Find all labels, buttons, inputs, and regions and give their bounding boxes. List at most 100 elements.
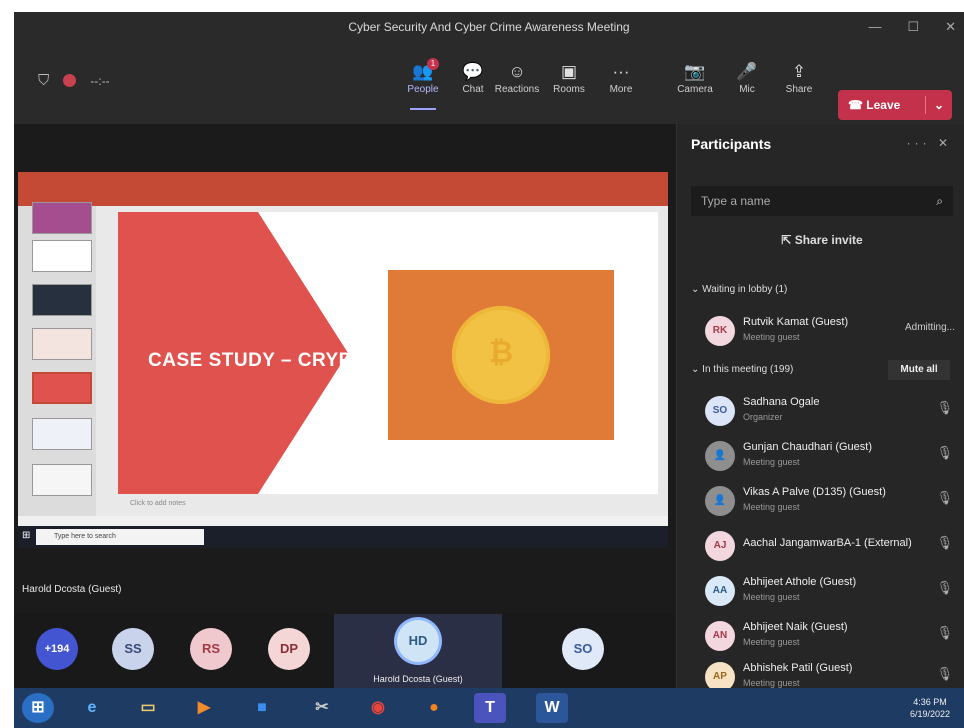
share-invite-button[interactable]: ⇱ Share invite (691, 224, 953, 256)
mic-label: Mic (739, 84, 755, 95)
share-button[interactable]: ⇪ Share (772, 60, 826, 95)
leave-label: Leave (866, 98, 901, 112)
slide-thumbnail[interactable] (32, 328, 92, 360)
participant-name: Abhijeet Athole (Guest) (743, 576, 857, 588)
people-button[interactable]: 👥 1 People (396, 58, 450, 110)
chat-label: Chat (462, 84, 484, 95)
chevron-down-icon: ⌄ (691, 364, 700, 375)
rooms-button[interactable]: ▣ Rooms (542, 60, 596, 95)
lobby-participant[interactable]: RK Rutvik Kamat (Guest) Meeting guest Ad… (691, 308, 959, 352)
chrome-icon[interactable]: ◉ (362, 693, 394, 723)
crypto-image: ₿ (388, 270, 614, 440)
system-clock[interactable]: 4:36 PM 6/19/2022 (910, 696, 950, 720)
participant-name: Abhishek Patil (Guest) (743, 662, 853, 674)
participant-strip: +194 SS RS DP HD Harold Dcosta (Guest) S… (14, 614, 676, 688)
mic-off-icon: 🎙 (936, 400, 953, 415)
avatar: SO (705, 396, 735, 426)
participant-role: Meeting guest (743, 592, 800, 602)
slide-thumbnail-selected[interactable] (32, 372, 92, 404)
teams-window: Cyber Security And Cyber Crime Awareness… (14, 12, 964, 728)
mute-all-button[interactable]: Mute all (888, 360, 950, 380)
avatar[interactable]: SO (562, 628, 604, 670)
clock-date: 6/19/2022 (909, 709, 950, 719)
meeting-toolbar: ⛉ --:-- 👥 1 People 💬 Chat ☺ Reactions ▣ … (14, 42, 964, 124)
meeting-section-header[interactable]: ⌄ In this meeting (199) (691, 364, 793, 375)
participant-row[interactable]: AN Abhijeet Naik (Guest) Meeting guest 🎙 (691, 613, 959, 657)
slide-title: CASE STUDY – CRYPTO (148, 350, 379, 371)
search-placeholder: Type a name (701, 194, 771, 208)
participant-row[interactable]: SO Sadhana Ogale Organizer 🎙 (691, 388, 959, 432)
participant-row[interactable]: 👤 Gunjan Chaudhari (Guest) Meeting guest… (691, 433, 959, 477)
rooms-label: Rooms (553, 84, 585, 95)
share-invite-label: Share invite (794, 233, 863, 247)
avatar[interactable]: SS (112, 628, 154, 670)
notes-placeholder[interactable]: Click to add notes (130, 500, 186, 507)
chevron-down-icon[interactable]: ⌄ (934, 90, 944, 120)
lobby-section-header[interactable]: ⌄ Waiting in lobby (1) (691, 284, 787, 295)
participant-row[interactable]: 👤 Vikas A Palve (D135) (Guest) Meeting g… (691, 478, 959, 522)
people-badge: 1 (427, 58, 439, 70)
more-button[interactable]: ··· More (594, 60, 648, 95)
powerpoint-status-bar (18, 516, 668, 526)
share-invite-icon: ⇱ (781, 233, 792, 247)
people-icon: 👥 (412, 62, 434, 81)
reactions-button[interactable]: ☺ Reactions (490, 60, 544, 95)
close-panel-icon[interactable]: ✕ (938, 136, 952, 150)
participant-name: Gunjan Chaudhari (Guest) (743, 441, 873, 453)
minimize-icon[interactable]: — (868, 12, 881, 42)
reactions-label: Reactions (494, 84, 540, 95)
participant-search-input[interactable]: Type a name ⌕ (691, 186, 953, 216)
bitcoin-icon: ₿ (452, 306, 550, 404)
slide-thumbnail[interactable] (32, 284, 92, 316)
zoom-icon[interactable]: ■ (246, 693, 278, 723)
windows-start-icon[interactable]: ⊞ (22, 693, 54, 723)
more-options-icon[interactable]: ··· (907, 136, 931, 150)
participant-role: Meeting guest (743, 637, 800, 647)
window-controls: — ☐ ✕ (868, 12, 956, 42)
search-icon[interactable]: ⌕ (936, 186, 943, 216)
file-explorer-icon[interactable]: ▭ (132, 693, 164, 723)
firefox-icon[interactable]: ● (418, 693, 450, 723)
overflow-count[interactable]: +194 (36, 628, 78, 670)
participant-row[interactable]: AA Abhijeet Athole (Guest) Meeting guest… (691, 568, 959, 612)
camera-button[interactable]: 📷 Camera (668, 60, 722, 95)
avatar-generic-icon: 👤 (705, 441, 735, 471)
participant-name: Rutvik Kamat (Guest) (743, 316, 849, 328)
word-icon[interactable]: W (536, 693, 568, 723)
participant-role: Meeting guest (743, 678, 800, 688)
windows-taskbar: ⊞ e ▭ ▶ ■ ✂ ◉ ● T W 4:36 PM 6/19/2022 (14, 688, 964, 728)
leave-button[interactable]: ☎ Leave ⌄ (838, 90, 952, 120)
avatar: RK (705, 316, 735, 346)
slide-thumbnail[interactable] (32, 464, 92, 496)
internet-explorer-icon[interactable]: e (76, 693, 108, 723)
teams-icon[interactable]: T (474, 693, 506, 723)
media-player-icon[interactable]: ▶ (188, 693, 220, 723)
mic-off-icon: 🎙 (936, 535, 953, 550)
shield-icon: ⛉ (38, 72, 50, 89)
powerpoint-workspace: CASE STUDY – CRYPTO ₿ Click to add notes (18, 202, 668, 516)
camera-off-icon: 📷 (684, 62, 706, 81)
mic-off-icon: 🎙 (936, 666, 953, 681)
participant-row[interactable]: AJ Aachal JangamwarBA-1 (External) 🎙 (691, 523, 959, 567)
avatar: AN (705, 621, 735, 651)
camera-label: Camera (677, 84, 713, 95)
active-speaker-tile[interactable]: HD Harold Dcosta (Guest) (334, 614, 502, 688)
slide-thumbnail[interactable] (32, 202, 92, 234)
slide-thumbnail[interactable] (32, 240, 92, 272)
slide-thumbnail[interactable] (32, 418, 92, 450)
leave-divider (925, 96, 926, 114)
participant-role: Meeting guest (743, 457, 800, 467)
snipping-tool-icon[interactable]: ✂ (306, 693, 338, 723)
close-icon[interactable]: ✕ (945, 12, 956, 42)
avatar-generic-icon: 👤 (705, 486, 735, 516)
participant-name: Abhijeet Naik (Guest) (743, 621, 848, 633)
windows-start-icon: ⊞ (22, 530, 31, 541)
avatar[interactable]: RS (190, 628, 232, 670)
avatar[interactable]: DP (268, 628, 310, 670)
mic-off-icon: 🎙 (936, 445, 953, 460)
chevron-down-icon: ⌄ (691, 284, 700, 295)
lobby-header-label: Waiting in lobby (1) (702, 284, 788, 295)
recording-icon (63, 74, 77, 87)
maximize-icon[interactable]: ☐ (907, 12, 919, 42)
mic-button[interactable]: 🎤 Mic (720, 60, 774, 95)
